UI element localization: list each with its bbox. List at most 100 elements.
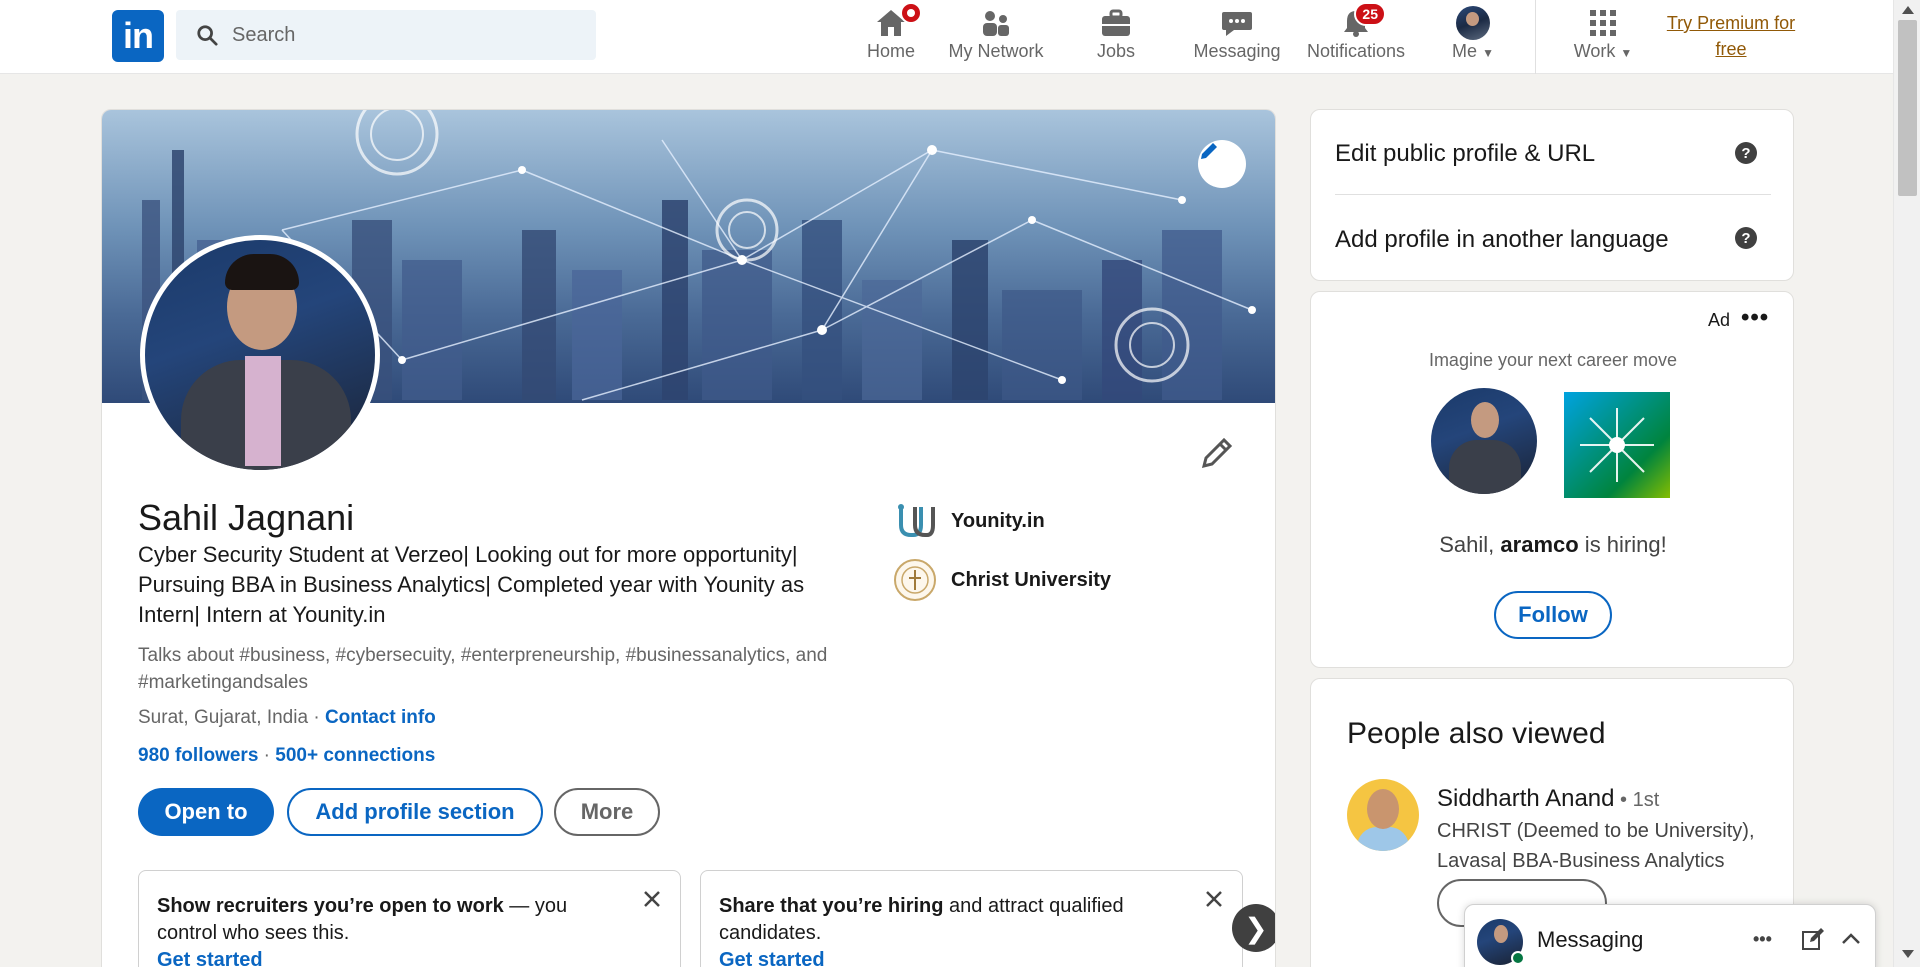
nav-my-network-label: My Network	[948, 41, 1044, 61]
messaging-icon	[1222, 12, 1252, 36]
ad-hiring-prefix: Sahil,	[1439, 532, 1501, 557]
nav-work-label: Work ▼	[1573, 41, 1633, 61]
scroll-down-arrow-icon[interactable]	[1902, 950, 1914, 958]
person-name-text: Siddharth Anand	[1437, 785, 1615, 812]
chevron-down-icon: ▼	[1620, 46, 1633, 60]
open-to-work-promo: Show recruiters you’re open to work — yo…	[138, 870, 681, 967]
pencil-icon	[1201, 437, 1233, 469]
nav-notifications[interactable]: 25 Notifications	[1303, 2, 1409, 70]
nav-divider	[1535, 0, 1536, 74]
people-also-viewed-title: People also viewed	[1347, 717, 1606, 750]
person-headline: CHRIST (Deemed to be University), Lavasa…	[1437, 820, 1755, 872]
add-profile-section-button[interactable]: Add profile section	[287, 788, 543, 836]
notifications-badge: 25	[1354, 2, 1386, 26]
more-button[interactable]: More	[554, 788, 660, 836]
christ-university-logo	[893, 558, 937, 602]
scroll-up-arrow-icon[interactable]	[1902, 6, 1914, 14]
nav-messaging[interactable]: Messaging	[1183, 4, 1291, 70]
premium-line-1: Try Premium for	[1666, 13, 1796, 33]
ad-tagline: Imagine your next career move	[1428, 350, 1678, 370]
edit-intro-button[interactable]	[1200, 436, 1234, 475]
aramco-logo[interactable]	[1564, 392, 1670, 498]
add-language-profile-link[interactable]: Add profile in another language	[1335, 226, 1669, 254]
messaging-title: Messaging	[1537, 927, 1644, 952]
page-scrollbar[interactable]	[1893, 0, 1920, 967]
nav-home-label: Home	[866, 41, 915, 61]
nav-messaging-label: Messaging	[1193, 41, 1281, 61]
promo-hiring-get-started[interactable]: Get started	[719, 949, 825, 967]
scroll-thumb[interactable]	[1898, 20, 1917, 196]
linkedin-logo[interactable]: in	[112, 10, 164, 62]
messaging-overlay[interactable]: Messaging •••	[1464, 904, 1876, 967]
profile-headline: Cyber Security Student at Verzeo| Lookin…	[138, 542, 805, 627]
open-to-button[interactable]: Open to	[138, 788, 274, 836]
location-separator: ·	[308, 707, 325, 728]
profile-name: Sahil Jagnani	[138, 497, 355, 538]
connections-link[interactable]: 500+ connections	[275, 745, 435, 766]
promo-open-to-work-get-started[interactable]: Get started	[157, 949, 263, 967]
search-input[interactable]	[232, 23, 562, 47]
hiring-promo: Share that you’re hiring and attract qua…	[700, 870, 1243, 967]
nav-my-network[interactable]: My Network	[940, 4, 1052, 70]
compose-icon[interactable]	[1801, 927, 1825, 956]
pencil-icon	[1201, 143, 1217, 159]
nav-notifications-label: Notifications	[1306, 41, 1406, 61]
promo-open-to-work-bold: Show recruiters you’re open to work	[157, 895, 504, 917]
chevron-right-icon: ❯	[1244, 912, 1268, 944]
location-text: Surat, Gujarat, India	[138, 707, 309, 728]
experience-younity-label: Younity.in	[951, 509, 1045, 532]
promo-hiring-bold: Share that you’re hiring	[719, 895, 944, 917]
search-icon	[197, 25, 218, 46]
ad-hiring-text: Sahil, aramco is hiring!	[1311, 532, 1795, 558]
profile-talks-about: Talks about #business, #cybersecuity, #e…	[138, 645, 828, 693]
nav-home[interactable]: Home	[846, 2, 936, 70]
avatar[interactable]	[1347, 779, 1419, 851]
help-icon[interactable]: ?	[1735, 227, 1757, 249]
profile-card: Sahil Jagnani Cyber Security Student at …	[101, 109, 1276, 967]
close-icon[interactable]	[642, 889, 662, 917]
chevron-up-icon[interactable]	[1839, 927, 1863, 956]
ad-company-name: aramco	[1500, 532, 1579, 557]
try-premium-link[interactable]: Try Premium for free	[1658, 10, 1804, 62]
profile-connections: 980 followers · 500+ connections	[138, 745, 435, 767]
edit-public-profile-link[interactable]: Edit public profile & URL	[1335, 140, 1595, 168]
grid-icon	[1590, 10, 1616, 36]
education-christ-label: Christ University	[951, 568, 1112, 591]
experience-younity[interactable]: Younity.in	[893, 499, 1045, 543]
nav-me[interactable]: Me ▼	[1427, 4, 1519, 70]
followers-link[interactable]: 980 followers	[138, 745, 258, 766]
carousel-next-button[interactable]: ❯	[1232, 904, 1275, 952]
education-christ-university[interactable]: Christ University	[893, 558, 1111, 602]
ad-hiring-suffix: is hiring!	[1578, 532, 1667, 557]
profile-location: Surat, Gujarat, India · Contact info	[138, 707, 436, 729]
connection-degree: • 1st	[1614, 789, 1660, 811]
person-name[interactable]: Siddharth Anand • 1st	[1437, 785, 1659, 813]
top-nav: in Home My Network Jobs Messaging 25	[0, 0, 1893, 74]
more-options-icon[interactable]: •••	[1753, 929, 1772, 950]
close-icon[interactable]	[1204, 889, 1224, 917]
online-status-indicator	[1511, 951, 1525, 965]
ad-card: Ad ••• Imagine your next career move Sah…	[1310, 291, 1794, 668]
edit-banner-button[interactable]	[1198, 140, 1246, 188]
follow-button[interactable]: Follow	[1494, 591, 1612, 639]
ad-label: Ad	[1708, 310, 1731, 330]
nav-jobs[interactable]: Jobs	[1073, 4, 1159, 70]
contact-info-link[interactable]: Contact info	[325, 707, 436, 728]
ad-user-avatar	[1431, 388, 1537, 494]
nav-me-label: Me ▼	[1452, 41, 1494, 61]
connections-separator: ·	[258, 745, 276, 766]
profile-photo[interactable]	[140, 235, 380, 475]
premium-line-2: free	[1715, 39, 1747, 59]
chevron-down-icon: ▼	[1482, 46, 1494, 60]
more-options-icon[interactable]: •••	[1741, 304, 1769, 332]
help-icon[interactable]: ?	[1735, 142, 1757, 164]
younity-logo	[893, 499, 937, 543]
home-notification-dot	[900, 2, 922, 24]
nav-jobs-label: Jobs	[1096, 41, 1136, 61]
nav-work[interactable]: Work ▼	[1556, 4, 1650, 70]
search-box[interactable]	[176, 10, 596, 60]
briefcase-icon	[1102, 9, 1130, 36]
network-icon	[983, 11, 1009, 36]
profile-settings-card: Edit public profile & URL ? Add profile …	[1310, 109, 1794, 281]
avatar	[1456, 6, 1490, 40]
